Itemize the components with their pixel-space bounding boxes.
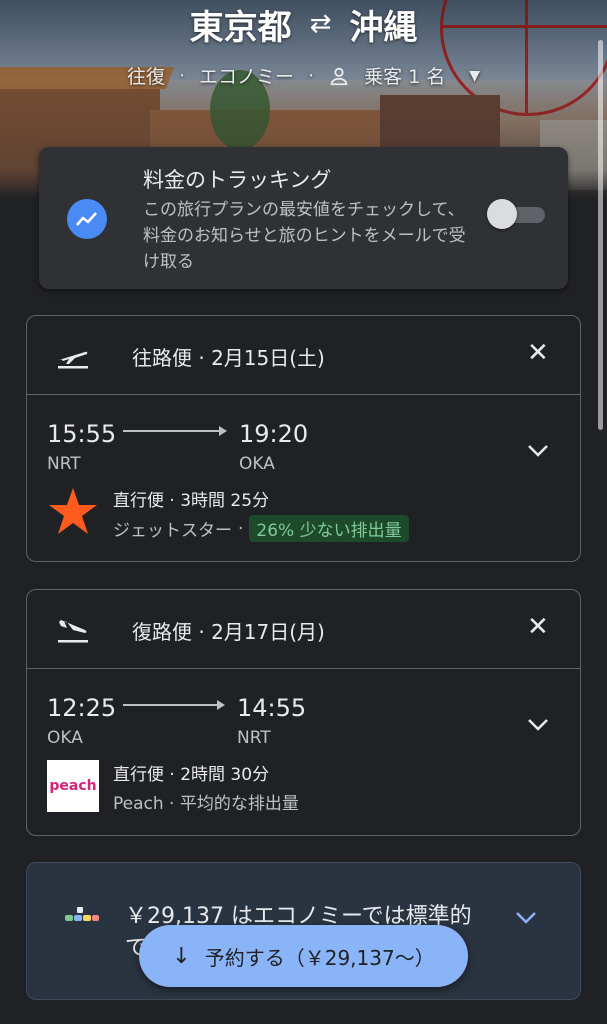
book-button-label: 予約する（￥29,137〜） [204, 945, 435, 970]
jetstar-star-icon [49, 488, 97, 534]
flight-details: 直行便 · 2時間 30分 [113, 765, 270, 785]
arrival-airport: OKA [239, 454, 275, 474]
trip-options: 往復 · エコノミー · 乗客 1 名 ▼ [0, 62, 607, 89]
passenger-count[interactable]: 乗客 1 名 [364, 62, 445, 89]
cabin-class[interactable]: エコノミー [199, 62, 294, 89]
flight-arrow [123, 426, 227, 436]
chevron-down-icon[interactable]: ▼ [469, 68, 480, 84]
price-level-icon [65, 907, 99, 921]
book-button[interactable]: ↓ 予約する（￥29,137〜） [139, 925, 468, 987]
scrollbar[interactable] [598, 40, 603, 430]
origin-city[interactable]: 東京都 [190, 0, 292, 49]
arrival-time: 14:55 [237, 694, 307, 722]
flight-card-header: 往路便 · 2月15日(土) ✕ [27, 316, 580, 395]
tracking-description: この旅行プランの最安値をチェックして、料金のお知らせと旅のヒントをメールで受け取… [143, 200, 466, 272]
departure-time: 15:55 [47, 420, 117, 448]
route-header: 東京都 ⇄ 沖縄 [0, 0, 607, 48]
airline-name: ジェットスター [113, 521, 232, 541]
landing-icon [58, 620, 88, 643]
airline-line: Peach · 平均的な排出量 [113, 794, 299, 814]
return-flight-card[interactable]: 復路便 · 2月17日(月) ✕ 12:25 OKA 14:55 NRT pea… [26, 589, 581, 836]
chevron-down-icon[interactable] [515, 911, 537, 925]
emissions-badge: 26% 少ない排出量 [249, 515, 409, 542]
flight-details: 直行便 · 3時間 25分 [113, 491, 270, 511]
airline-line: ジェットスター · 26% 少ない排出量 [113, 515, 409, 542]
peach-logo: peach [47, 760, 99, 812]
trending-icon [67, 199, 107, 239]
flight-card-header: 復路便 · 2月17日(月) ✕ [27, 590, 580, 669]
outbound-flight-card[interactable]: 往路便 · 2月15日(土) ✕ 15:55 NRT 19:20 OKA 直行便… [26, 315, 581, 562]
swap-arrows-icon[interactable]: ⇄ [310, 9, 332, 39]
outbound-title: 往路便 · 2月15日(土) [132, 346, 325, 370]
destination-city[interactable]: 沖縄 [349, 0, 417, 49]
chevron-down-icon[interactable] [527, 718, 549, 732]
arrival-airport: NRT [237, 728, 271, 748]
price-tracking-card: 料金のトラッキング この旅行プランの最安値をチェックして、料金のお知らせと旅のヒ… [39, 147, 568, 289]
arrow-down-icon: ↓ [172, 943, 191, 969]
person-icon [330, 67, 348, 85]
departure-time: 12:25 [47, 694, 117, 722]
tracking-title: 料金のトラッキング [143, 168, 332, 192]
arrival-time: 19:20 [239, 420, 309, 448]
tracking-toggle[interactable] [487, 199, 545, 229]
flight-arrow [123, 700, 225, 710]
close-icon[interactable]: ✕ [527, 340, 549, 366]
return-title: 復路便 · 2月17日(月) [132, 620, 325, 644]
trip-type[interactable]: 往復 [127, 62, 165, 89]
close-icon[interactable]: ✕ [527, 614, 549, 640]
takeoff-icon [58, 351, 88, 369]
chevron-down-icon[interactable] [527, 444, 549, 458]
departure-airport: OKA [47, 728, 83, 748]
departure-airport: NRT [47, 454, 81, 474]
